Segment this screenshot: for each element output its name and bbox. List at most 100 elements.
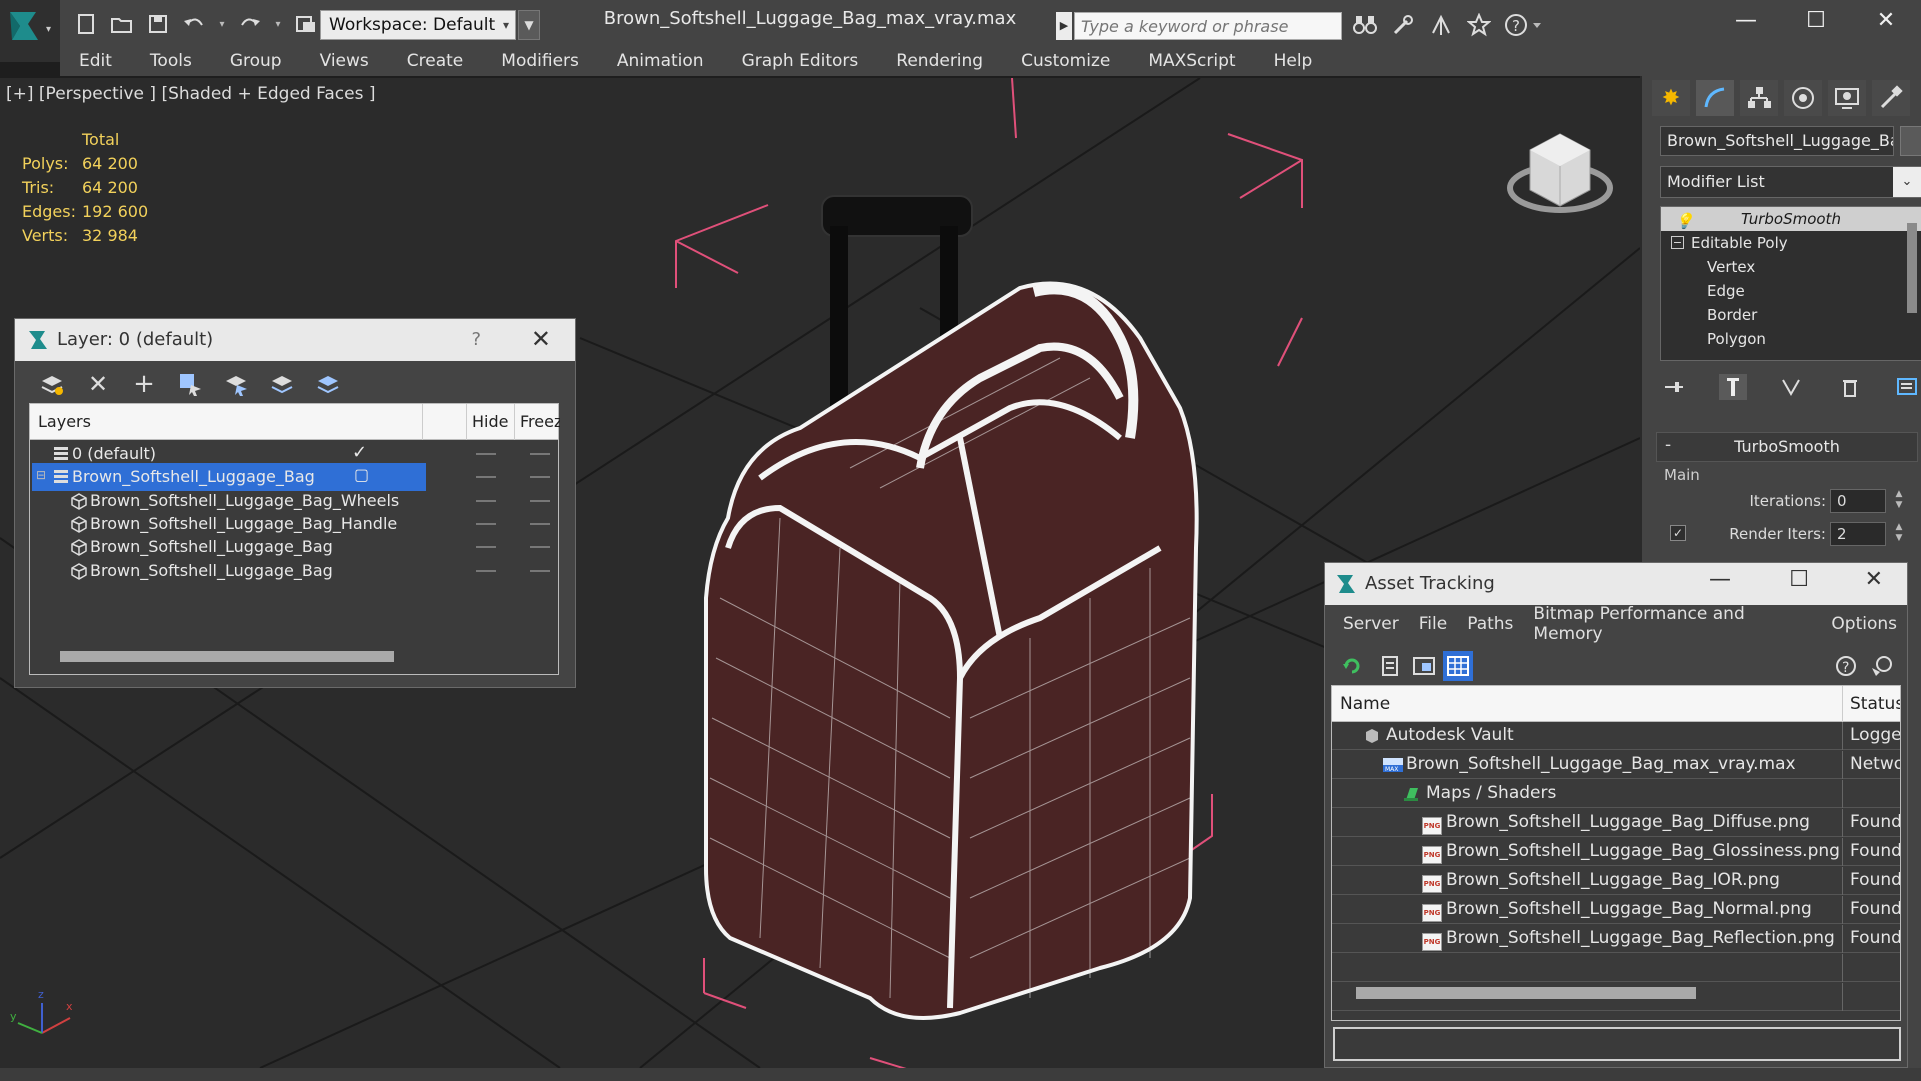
freeze-toggle[interactable] [530,453,550,455]
help-button[interactable]: ? [1502,10,1548,40]
tab-modify[interactable] [1696,80,1734,116]
freeze-toggle[interactable] [530,476,550,479]
asset-horizontal-scrollbar[interactable] [1344,984,1874,1000]
menu-help[interactable]: Help [1255,46,1332,76]
remove-modifier-button[interactable] [1836,374,1864,400]
freeze-toggle[interactable] [530,569,550,572]
pin-stack-button[interactable] [1660,374,1688,400]
stack-subobject-polygon[interactable]: Polygon [1661,327,1921,351]
render-iters-spinner[interactable]: 2 [1830,522,1886,546]
layer-box-icon[interactable]: ▢ [354,465,369,484]
asset-row[interactable]: PNG Brown_Softshell_Luggage_Bag_Diffuse.p… [1332,809,1900,837]
asset-row[interactable]: MAX Brown_Softshell_Luggage_Bag_max_vray.… [1332,751,1900,779]
save-file-button[interactable] [144,10,172,38]
asset-row[interactable]: PNG Brown_Softshell_Luggage_Bag_Normal.pn… [1332,896,1900,924]
redo-dropdown-icon[interactable]: ▾ [272,10,284,38]
asset-row[interactable]: PNG Brown_Softshell_Luggage_Bag_Glossines… [1332,838,1900,866]
table-view-button[interactable] [1443,651,1473,681]
asset-tracking-titlebar[interactable]: Asset Tracking — ☐ ✕ [1325,563,1907,605]
iterations-spinner[interactable]: 0 [1830,489,1886,513]
lightbulb-icon[interactable]: 💡 [1675,209,1694,233]
open-file-button[interactable] [108,10,136,38]
stack-subobject-edge[interactable]: Edge [1661,279,1921,303]
app-menu-button[interactable]: ▾ [0,0,60,62]
menu-modifiers[interactable]: Modifiers [482,46,598,76]
asset-menu-server[interactable]: Server [1333,614,1409,634]
menu-edit[interactable]: Edit [60,46,131,76]
asset-menu-file[interactable]: File [1409,614,1457,634]
spinner-arrows-icon[interactable]: ▲ ▼ [1892,489,1906,513]
search-expand-icon[interactable]: ▶ [1056,12,1072,40]
workspace-dropdown[interactable]: Workspace: Default ▾ [320,10,516,40]
viewcube[interactable] [1507,133,1613,213]
freeze-toggle[interactable] [530,499,550,502]
close-icon[interactable]: ✕ [531,325,551,353]
menu-rendering[interactable]: Rendering [877,46,1002,76]
menu-views[interactable]: Views [301,46,388,76]
stack-item-turbosmooth[interactable]: 💡 TurboSmooth [1661,207,1921,231]
menu-create[interactable]: Create [388,46,483,76]
asset-menu-bitmap-performance-and-memory[interactable]: Bitmap Performance and Memory [1523,604,1821,644]
minimize-icon[interactable]: — [1709,567,1731,592]
menu-group[interactable]: Group [211,46,301,76]
hide-toggle[interactable] [476,522,496,525]
select-layer-button[interactable] [221,369,251,399]
new-file-button[interactable] [72,10,100,38]
modifier-list-dropdown[interactable]: Modifier List ⌄ [1660,166,1921,198]
configure-modifier-sets-button[interactable] [1894,374,1921,400]
key-tools-button[interactable] [1388,10,1418,40]
hide-toggle[interactable] [476,546,496,549]
add-to-layer-button[interactable]: + [129,369,159,399]
refresh-button[interactable] [1337,651,1367,681]
hide-toggle[interactable] [476,476,496,479]
turbosmooth-rollout-header[interactable]: - TurboSmooth [1656,432,1918,462]
asset-row[interactable]: Autodesk Vault Logged [1332,722,1900,750]
menu-customize[interactable]: Customize [1002,46,1129,76]
asset-row[interactable]: Maps / Shaders [1332,780,1900,808]
hide-toggle[interactable] [476,499,496,502]
render-iters-checkbox[interactable]: ✓ [1670,525,1686,541]
asset-menu-options[interactable]: Options [1821,614,1907,634]
expand-toggle-icon[interactable]: ⊟ [36,468,46,482]
make-unique-button[interactable] [1777,374,1805,400]
minimize-button[interactable]: — [1711,0,1781,40]
tab-hierarchy[interactable] [1740,80,1778,116]
workspace-menu-button[interactable]: ▼ [518,10,540,40]
undo-button[interactable] [180,10,208,38]
binoculars-button[interactable] [1350,10,1380,40]
maximize-icon[interactable]: ☐ [1789,567,1809,592]
layers-column-header[interactable]: Layers [38,412,91,431]
stack-subobject-border[interactable]: Border [1661,303,1921,327]
asset-menu-paths[interactable]: Paths [1457,614,1523,634]
spinner-arrows-icon[interactable]: ▲ ▼ [1892,522,1906,546]
project-folder-button[interactable] [292,10,320,38]
select-objects-button[interactable] [175,369,205,399]
show-end-result-button[interactable] [1718,374,1747,400]
layer-dialog-titlebar[interactable]: Layer: 0 (default) ? ✕ [15,319,575,361]
freeze-toggle[interactable] [530,546,550,549]
name-column-header[interactable]: Name [1340,694,1390,714]
menu-animation[interactable]: Animation [598,46,723,76]
highlight-layer-button[interactable] [267,369,297,399]
context-help-button[interactable] [1867,651,1897,681]
new-layer-button[interactable] [37,369,67,399]
stack-item-editable-poly[interactable]: − Editable Poly [1661,231,1921,255]
scrollbar-thumb[interactable] [1356,987,1696,999]
viewport-label-menu[interactable]: [+] [Perspective ] [Shaded + Edged Faces… [6,84,375,104]
freeze-toggle[interactable] [530,522,550,525]
menu-tools[interactable]: Tools [131,46,211,76]
tab-display[interactable] [1828,80,1866,116]
status-column-header[interactable]: Status [1850,694,1900,714]
hide-column-header[interactable]: Hide [472,412,508,431]
menu-maxscript[interactable]: MAXScript [1129,46,1254,76]
hide-toggle[interactable] [476,453,496,455]
tree-view-button[interactable] [1409,651,1439,681]
maximize-button[interactable]: ☐ [1781,0,1851,40]
asset-row[interactable]: PNG Brown_Softshell_Luggage_Bag_Reflectio… [1332,925,1900,953]
object-color-swatch[interactable] [1900,126,1921,156]
asset-path-field[interactable] [1333,1027,1901,1061]
collapse-minus-icon[interactable]: − [1671,236,1684,249]
stack-scrollbar[interactable] [1907,223,1917,313]
tab-create[interactable]: ✸ [1652,80,1690,116]
object-name-field[interactable]: Brown_Softshell_Luggage_Bag [1660,126,1894,156]
